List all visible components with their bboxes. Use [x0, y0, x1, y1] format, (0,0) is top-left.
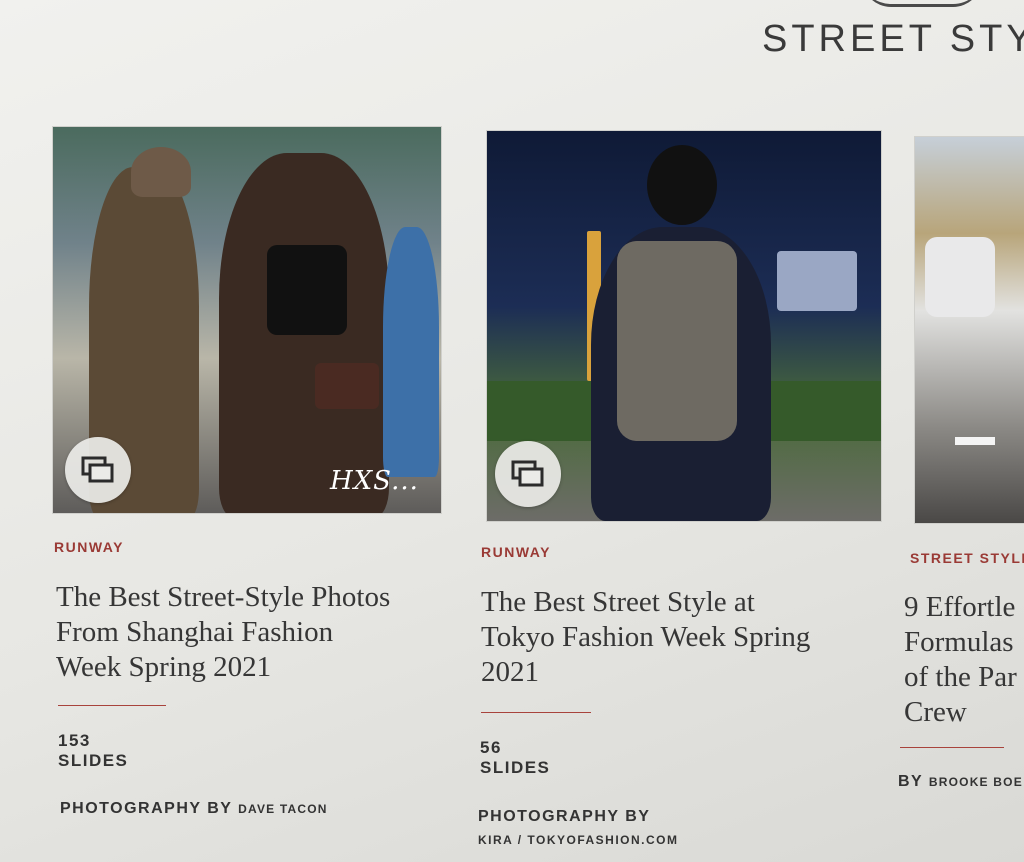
- photo-watermark: HXS...: [330, 466, 419, 496]
- photo-credit: BY BROOKE BOE: [898, 773, 1023, 791]
- headline-line: The Best Street Style at: [481, 586, 755, 618]
- photo-subject-head: [647, 145, 717, 225]
- card-headline[interactable]: 9 Effortle Formulas of the Par Crew: [904, 590, 1024, 730]
- credit-name: KIRA / TOKYOFASHION.COM: [478, 833, 679, 847]
- headline-line: Formulas: [904, 626, 1014, 658]
- slides-count: 56 SLIDES: [480, 738, 551, 777]
- card-headline[interactable]: The Best Street Style at Tokyo Fashion W…: [481, 585, 871, 690]
- photo-subject-hat: [131, 147, 191, 197]
- section-title: STREET STYL: [762, 18, 1024, 60]
- card-image-tokyo[interactable]: [486, 130, 882, 522]
- card-category[interactable]: RUNWAY: [481, 544, 551, 560]
- photo-subject-top: [267, 245, 347, 335]
- photo-credit: PHOTOGRAPHY BY: [478, 808, 650, 826]
- card-headline[interactable]: The Best Street-Style Photos From Shangh…: [56, 580, 436, 685]
- gallery-stack-icon: [81, 456, 114, 483]
- card-image-shanghai[interactable]: [52, 126, 442, 514]
- divider: [58, 705, 166, 706]
- divider: [900, 747, 1004, 748]
- card-category[interactable]: STREET STYLE: [910, 550, 1024, 566]
- headline-line: 2021: [481, 656, 539, 688]
- headline-line: From Shanghai Fashion: [56, 616, 334, 648]
- photo-sign: [777, 251, 857, 311]
- divider: [481, 712, 591, 713]
- credit-name: BROOKE BOE: [928, 775, 1023, 789]
- photo-subject-shirt: [617, 241, 737, 441]
- headline-line: 9 Effortle: [904, 591, 1016, 623]
- headline-line: of the Par: [904, 661, 1017, 693]
- gallery-stack-icon: [511, 460, 544, 487]
- gallery-button[interactable]: [65, 437, 131, 503]
- photo-car: [925, 237, 995, 317]
- headline-line: Tokyo Fashion Week Spring: [481, 621, 811, 653]
- credit-label: BY: [898, 773, 923, 790]
- headline-line: Week Spring 2021: [56, 651, 272, 683]
- headline-line: Crew: [904, 696, 967, 728]
- slides-count: 153 SLIDES: [58, 731, 129, 770]
- photo-handbag: [315, 363, 379, 409]
- card-category[interactable]: RUNWAY: [54, 539, 124, 555]
- photo-credit: PHOTOGRAPHY BY DAVE TACON: [60, 800, 328, 818]
- credit-label: PHOTOGRAPHY BY: [478, 808, 651, 825]
- credit-name: DAVE TACON: [238, 802, 328, 816]
- gallery-button[interactable]: [495, 441, 561, 507]
- card-image-street-style[interactable]: [914, 136, 1024, 524]
- headline-line: The Best Street-Style Photos: [56, 581, 391, 613]
- photo-bystander: [383, 227, 439, 477]
- photo-road-marking: [955, 437, 995, 445]
- credit-label: PHOTOGRAPHY BY: [60, 800, 233, 817]
